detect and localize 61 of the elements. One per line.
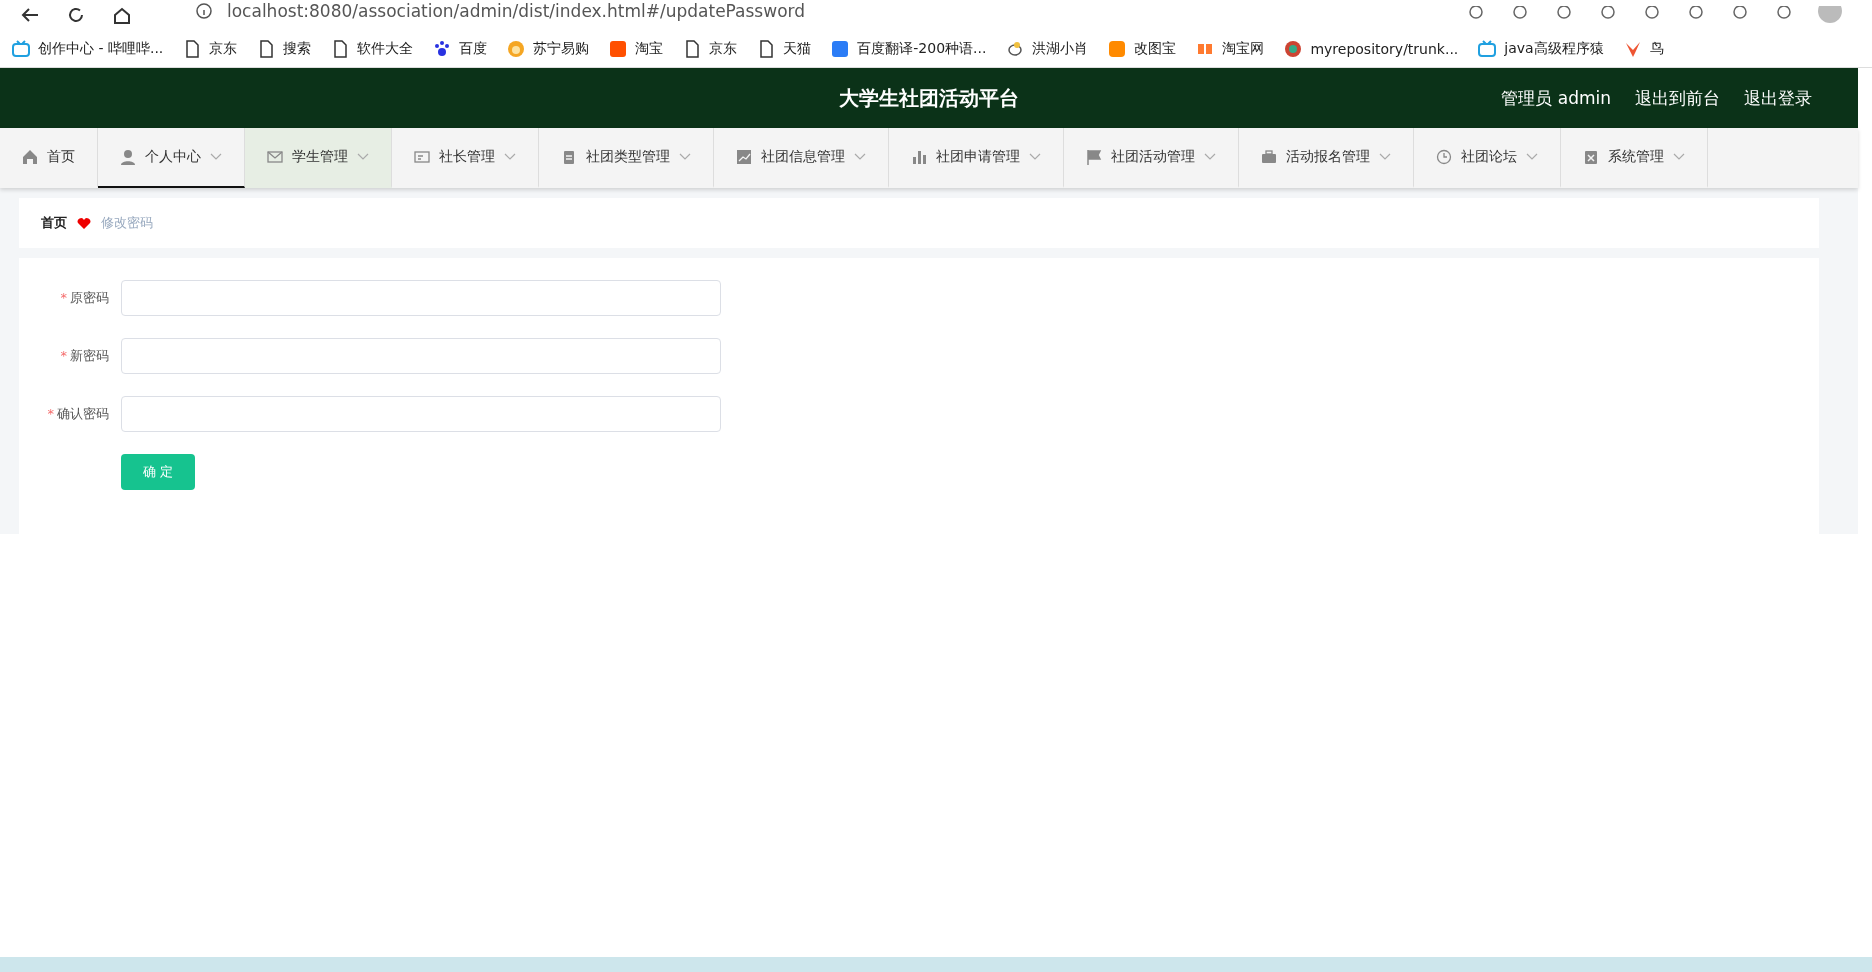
page-icon	[257, 39, 276, 58]
person-icon	[120, 149, 136, 165]
bookmark-link[interactable]: 洪湖小肖	[1032, 39, 1089, 58]
bookmark-link[interactable]: 鸟	[1649, 39, 1664, 58]
page-icon	[331, 39, 350, 58]
trend-chart-icon	[736, 149, 752, 165]
bookmark-link[interactable]: 创作中心 - 哔哩哔...	[38, 39, 164, 58]
page-icon	[683, 39, 702, 58]
tv-icon	[1478, 39, 1497, 58]
field-label: 原密码	[70, 290, 109, 305]
header-link[interactable]: 退出登录	[1744, 86, 1812, 110]
required-mark: *	[60, 348, 67, 363]
page-icon	[183, 39, 202, 58]
menu-tab[interactable]: 学生管理	[245, 128, 392, 188]
square-logo-icon	[1108, 39, 1127, 58]
header-link[interactable]: 退出到前台	[1635, 86, 1720, 110]
breadcrumb-link[interactable]: 首页	[41, 214, 67, 232]
briefcase-icon	[1261, 149, 1277, 165]
home-icon[interactable]	[112, 6, 132, 24]
refresh-icon[interactable]	[66, 6, 86, 24]
bookmark-link[interactable]: myrepository/trunk...	[1310, 40, 1459, 57]
bookmark-link[interactable]: 软件大全	[357, 39, 414, 58]
back-icon[interactable]	[20, 6, 40, 24]
id-card-icon	[414, 149, 430, 165]
bookmark-link[interactable]: java高级程序猿	[1504, 39, 1604, 58]
flag-icon	[1086, 149, 1102, 165]
bookmark-link[interactable]: 苏宁易购	[533, 39, 590, 58]
cross-clipboard-icon	[1583, 149, 1599, 165]
paw-icon	[433, 39, 452, 58]
field-label: 新密码	[70, 348, 109, 363]
clipboard-icon	[561, 149, 577, 165]
bookmark-link[interactable]: 京东	[709, 39, 738, 58]
bar-chart-icon	[911, 149, 927, 165]
lion-face-icon	[507, 39, 526, 58]
square-logo-icon	[831, 39, 850, 58]
bookmark-link[interactable]: 搜索	[283, 39, 312, 58]
bookmark-link[interactable]: 淘宝	[635, 39, 664, 58]
page-icon	[757, 39, 776, 58]
home-icon	[22, 149, 38, 165]
password-field[interactable]	[121, 396, 721, 432]
field-label: 确认密码	[57, 406, 109, 421]
bookmark-link[interactable]: 京东	[209, 39, 238, 58]
required-mark: *	[60, 290, 67, 305]
clock-icon	[1436, 149, 1452, 165]
square-logo-icon	[609, 39, 628, 58]
bookmark-link[interactable]: 天猫	[783, 39, 812, 58]
circle-logo-icon	[1284, 39, 1303, 58]
password-field[interactable]	[121, 338, 721, 374]
user-label: 管理员 admin	[1501, 86, 1611, 110]
info-icon[interactable]	[195, 2, 213, 20]
bookmark-link[interactable]: 改图宝	[1134, 39, 1177, 58]
bookmark-link[interactable]: 百度翻译-200种语...	[857, 39, 987, 58]
bookmark-link[interactable]: 淘宝网	[1222, 39, 1265, 58]
bookmark-link[interactable]: 百度	[459, 39, 488, 58]
mail-icon	[267, 149, 283, 165]
tv-icon	[12, 39, 30, 58]
address-field[interactable]: localhost:8080/association/admin/dist/index.html#/updatePassword	[227, 1, 805, 21]
required-mark: *	[47, 406, 54, 421]
heart-icon	[77, 217, 91, 229]
password-field[interactable]	[121, 280, 721, 316]
app-title: 大学生社团活动平台	[839, 85, 1019, 110]
